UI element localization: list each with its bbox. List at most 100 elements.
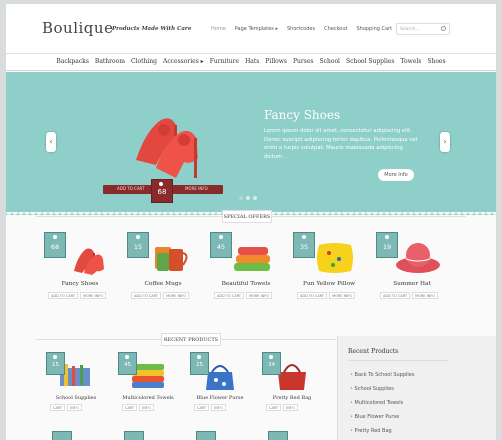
top-nav-home[interactable]: Home (211, 26, 226, 32)
add-to-cart-button[interactable]: ADD TO CART (380, 292, 411, 299)
towels-image[interactable] (226, 237, 276, 277)
top-nav-checkout[interactable]: Checkout (324, 26, 347, 32)
cart-button[interactable]: CART (194, 404, 210, 411)
category-school[interactable]: School (320, 58, 340, 70)
top-nav-shortcodes[interactable]: Shortcodes (287, 26, 315, 32)
category-school-supplies[interactable]: School Supplies (346, 58, 395, 70)
top-nav-shopping-cart[interactable]: Shopping Cart (356, 26, 392, 32)
cart-button[interactable]: CART (122, 404, 138, 411)
fancy-shoes-image[interactable] (60, 237, 110, 277)
category-purses[interactable]: Purses (293, 58, 313, 70)
sidebar-title: Recent Products (348, 348, 399, 355)
product-buttons: CART INFO (122, 404, 154, 411)
product-name[interactable]: Beautiful Towels (210, 281, 282, 287)
offer-fancy-shoes[interactable]: 68 Fancy Shoes ADD TO CART MORE INFO (44, 232, 116, 312)
slider-pager (239, 196, 257, 200)
search-input[interactable]: Search... (396, 23, 450, 35)
recent-school-supplies[interactable]: 15 School Supplies CART INFO (46, 352, 106, 432)
next-row-price-tag (124, 431, 144, 440)
more-info-button[interactable]: MORE INFO (246, 292, 273, 299)
info-button[interactable]: INFO (283, 404, 298, 411)
header: Boulique Products Made With Care Home Pa… (6, 4, 496, 54)
category-hats[interactable]: Hats (245, 58, 259, 70)
slider-dot-3[interactable] (253, 196, 257, 200)
top-nav-page-templates[interactable]: Page Templates ▸ (235, 26, 278, 32)
category-shoes[interactable]: Shoes (427, 58, 445, 70)
summer-hat-image[interactable] (392, 237, 442, 277)
product-buttons: ADD TO CART MORE INFO (380, 292, 439, 299)
recent-blue-flower-purse[interactable]: 25 Blue Flower Purse CART INFO (190, 352, 250, 432)
price-tag: 45 (118, 352, 137, 375)
add-to-cart-button[interactable]: ADD TO CART (131, 292, 162, 299)
next-row-price-tag (196, 431, 216, 440)
more-info-button[interactable]: MORE INFO (80, 292, 107, 299)
price-tag: 19 (376, 232, 398, 258)
info-button[interactable]: INFO (139, 404, 154, 411)
add-to-cart-button[interactable]: ADD TO CART (297, 292, 328, 299)
sidebar-item[interactable]: Multicolored Towels (350, 400, 414, 406)
page: Boulique Products Made With Care Home Pa… (6, 4, 496, 440)
next-row-price-tag (52, 431, 72, 440)
slide-shoes-image[interactable] (116, 90, 216, 190)
price-tag: 68 (44, 232, 66, 258)
info-button[interactable]: INFO (211, 404, 226, 411)
category-backpacks[interactable]: Backpacks (56, 58, 88, 70)
category-furniture[interactable]: Furniture (210, 58, 239, 70)
product-name[interactable]: Blue Flower Purse (185, 395, 255, 401)
slide-add-to-cart-button[interactable]: ADD TO CART (117, 186, 145, 191)
sidebar-item[interactable]: Blue Flower Purse (350, 414, 414, 420)
sidebar: Recent Products Back To School Supplies … (337, 336, 496, 440)
cart-button[interactable]: CART (266, 404, 282, 411)
slider-dot-2[interactable] (246, 196, 250, 200)
sidebar-list: Back To School Supplies School Supplies … (350, 372, 415, 440)
logo[interactable]: Boulique (42, 19, 113, 37)
search-placeholder: Search... (400, 27, 420, 32)
slider-prev-arrow-icon[interactable]: ‹ (46, 132, 56, 152)
recent-multicolored-towels[interactable]: 45 Multicolored Towels CART INFO (118, 352, 178, 432)
info-button[interactable]: INFO (67, 404, 82, 411)
product-name[interactable]: Fancy Shoes (44, 281, 116, 287)
category-clothing[interactable]: Clothing (131, 58, 157, 70)
category-pillows[interactable]: Pillows (265, 58, 287, 70)
product-name[interactable]: Fun Yellow Pillow (293, 281, 365, 287)
slider-dot-1[interactable] (239, 196, 243, 200)
add-to-cart-button[interactable]: ADD TO CART (214, 292, 245, 299)
more-info-button[interactable]: MORE INFO (412, 292, 439, 299)
price-tag: 15 (127, 232, 149, 258)
coffee-mugs-image[interactable] (143, 237, 193, 277)
search-icon[interactable] (441, 26, 446, 31)
offer-fun-yellow-pillow[interactable]: 35 Fun Yellow Pillow ADD TO CART MORE IN… (293, 232, 365, 312)
more-info-button[interactable]: MORE INFO (163, 292, 190, 299)
slider-next-arrow-icon[interactable]: › (440, 132, 450, 152)
sidebar-item[interactable]: Pretty Red Bag (350, 428, 414, 434)
sidebar-item[interactable]: Back To School Supplies (350, 372, 415, 378)
product-name[interactable]: Summer Hat (376, 281, 448, 287)
cart-button[interactable]: CART (50, 404, 66, 411)
tagline: Products Made With Care (112, 26, 192, 32)
more-info-button[interactable]: MORE INFO (329, 292, 356, 299)
recent-pretty-red-bag[interactable]: 34 Pretty Red Bag CART INFO (262, 352, 322, 432)
category-accessories[interactable]: Accessories ▸ (163, 58, 204, 70)
slide-more-info-button[interactable]: MORE INFO (185, 186, 208, 191)
top-nav: Home Page Templates ▸ Shortcodes Checkou… (211, 26, 392, 32)
offer-coffee-mugs[interactable]: 15 Coffee Mugs ADD TO CART MORE INFO (127, 232, 199, 312)
featured-slider: ‹ › ADD TO CART MORE INFO 68 Fancy Shoes… (6, 72, 496, 218)
yellow-pillow-image[interactable] (309, 237, 359, 277)
product-name[interactable]: School Supplies (41, 395, 111, 401)
product-buttons: CART INFO (194, 404, 226, 411)
price-tag: 25 (190, 352, 209, 375)
offer-beautiful-towels[interactable]: 45 Beautiful Towels ADD TO CART MORE INF… (210, 232, 282, 312)
product-name[interactable]: Coffee Mugs (127, 281, 199, 287)
slide-price-tag: 68 (151, 179, 173, 203)
product-buttons: CART INFO (266, 404, 298, 411)
slide-price-area: ADD TO CART MORE INFO 68 (103, 179, 223, 204)
sidebar-item[interactable]: School Supplies (350, 386, 414, 392)
offer-summer-hat[interactable]: 19 Summer Hat ADD TO CART MORE INFO (376, 232, 448, 312)
next-row-price-tag (268, 431, 288, 440)
category-bathroom[interactable]: Bathroom (95, 58, 125, 70)
slide-more-info-pill[interactable]: More Info (378, 169, 414, 181)
product-name[interactable]: Pretty Red Bag (257, 395, 327, 401)
product-name[interactable]: Multicolored Towels (113, 395, 183, 401)
add-to-cart-button[interactable]: ADD TO CART (48, 292, 79, 299)
category-towels[interactable]: Towels (401, 58, 422, 70)
